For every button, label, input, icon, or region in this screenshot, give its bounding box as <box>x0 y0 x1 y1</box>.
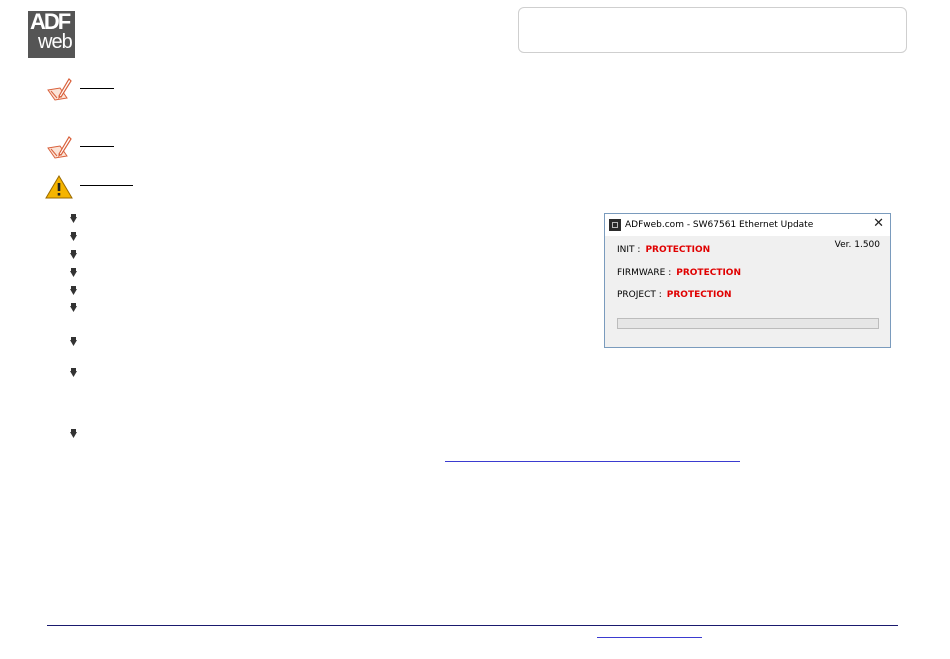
note-heading-underline <box>80 146 114 147</box>
ethernet-update-dialog: ADFweb.com - SW67561 Ethernet Update ✕ V… <box>604 213 891 348</box>
hyperlink-underline[interactable] <box>445 461 740 462</box>
arrow-bullet-icon <box>70 425 77 438</box>
warning-heading-underline <box>80 185 133 186</box>
arrow-bullet-icon <box>70 210 77 223</box>
version-label: Ver. 1.500 <box>834 240 880 250</box>
firmware-label: FIRMWARE : <box>617 268 672 278</box>
footer-rule <box>47 625 898 626</box>
project-label: PROJECT : <box>617 290 662 300</box>
adfweb-logo: ADF web <box>28 10 75 58</box>
update-progress-bar <box>617 318 879 329</box>
arrow-bullet-icon <box>70 333 77 346</box>
app-icon <box>609 219 621 231</box>
project-row: PROJECT : PROTECTION <box>617 290 732 301</box>
init-row: INIT : PROTECTION <box>617 245 710 256</box>
dialog-titlebar: ADFweb.com - SW67561 Ethernet Update ✕ <box>605 214 890 236</box>
arrow-bullet-icon <box>70 299 77 312</box>
init-status: PROTECTION <box>645 245 711 255</box>
firmware-row: FIRMWARE : PROTECTION <box>617 268 741 279</box>
dialog-title: ADFweb.com - SW67561 Ethernet Update <box>625 220 814 230</box>
pencil-note-icon <box>45 76 73 107</box>
arrow-bullet-icon <box>70 264 77 277</box>
arrow-bullet-icon <box>70 228 77 241</box>
note-heading-underline <box>80 88 114 89</box>
pencil-note-icon <box>45 134 73 165</box>
footer-hyperlink-underline[interactable] <box>597 637 702 638</box>
arrow-bullet-icon <box>70 246 77 259</box>
project-status: PROTECTION <box>666 290 732 300</box>
document-header-box <box>518 7 907 53</box>
warning-triangle-icon <box>45 175 73 204</box>
close-icon[interactable]: ✕ <box>873 217 884 231</box>
logo-text-web: web <box>38 31 73 53</box>
arrow-bullet-icon <box>70 282 77 295</box>
firmware-status: PROTECTION <box>676 268 741 278</box>
arrow-bullet-icon <box>70 364 77 377</box>
init-label: INIT : <box>617 245 641 255</box>
